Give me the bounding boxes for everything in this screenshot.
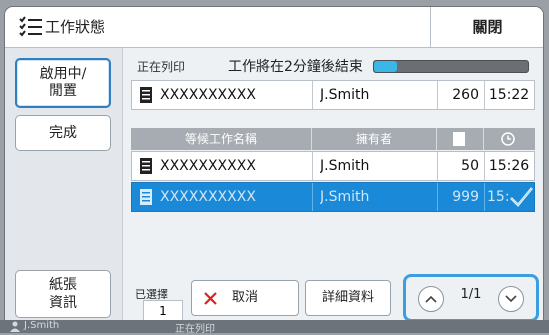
checkmark-icon — [510, 187, 533, 207]
job-time: 15:22 — [488, 87, 530, 103]
page-down-button[interactable] — [498, 286, 524, 312]
page-indicator: 1/1 — [460, 287, 482, 302]
document-icon — [140, 189, 152, 205]
queue-row[interactable]: XXXXXXXXXX J.Smith 50 15:26 — [131, 151, 535, 181]
sidebar: 啟用中/ 閒置 完成 紙張 資訊 — [5, 48, 123, 327]
column-header-job-name: 等候工作名稱 — [184, 132, 257, 146]
status-user: J.Smith — [24, 320, 60, 331]
selected-count: 1 — [143, 300, 183, 322]
main-panel: 正在列印 工作將在2分鐘後結束 XXXXXXXXXX J.Smith 260 1… — [123, 48, 543, 327]
sidebar-item-paper-info[interactable]: 紙張 資訊 — [15, 270, 111, 318]
job-name: XXXXXXXXXX — [160, 189, 256, 205]
chevron-down-icon — [505, 295, 517, 303]
cancel-x-icon — [204, 292, 217, 305]
sidebar-item-completed[interactable]: 完成 — [15, 115, 111, 151]
job-time: 15:26 — [488, 158, 530, 174]
pager: 1/1 — [403, 274, 539, 322]
print-progress-fill — [374, 61, 398, 72]
time-remaining-text: 工作將在2分鐘後結束 — [228, 59, 363, 75]
job-owner: J.Smith — [320, 189, 370, 205]
details-button[interactable]: 詳細資料 — [305, 280, 391, 316]
page-up-button[interactable] — [418, 286, 444, 312]
window-title: 工作狀態 — [45, 18, 106, 36]
document-icon — [140, 158, 152, 174]
clock-icon — [501, 132, 515, 146]
job-pages: 260 — [452, 87, 479, 103]
document-icon — [140, 87, 152, 103]
now-printing-label: 正在列印 — [137, 60, 186, 74]
cancel-button[interactable]: 取消 — [191, 280, 299, 316]
sidebar-item-active-idle[interactable]: 啟用中/ 閒置 — [15, 58, 111, 108]
column-header-owner: 擁有者 — [355, 132, 392, 146]
close-button[interactable]: 關閉 — [430, 7, 543, 47]
job-pages: 50 — [461, 158, 479, 174]
job-owner: J.Smith — [320, 87, 370, 103]
job-name: XXXXXXXXXX — [160, 158, 256, 174]
job-pages: 999 — [452, 189, 479, 205]
job-status-window: 工作狀態 關閉 啟用中/ 閒置 完成 紙張 資訊 正在列印 工作將在2分鐘後結束… — [5, 7, 543, 327]
chevron-up-icon — [425, 295, 437, 303]
queue-table-header: 等候工作名稱 擁有者 — [131, 128, 535, 150]
job-name: XXXXXXXXXX — [160, 87, 256, 103]
page-icon — [453, 132, 465, 146]
status-bar: J.Smith 正在列印 — [0, 320, 549, 335]
print-progress-bar — [373, 60, 529, 73]
job-list-icon — [19, 16, 42, 37]
user-icon — [10, 321, 20, 332]
title-bar: 工作狀態 關閉 — [5, 7, 543, 48]
job-owner: J.Smith — [320, 158, 370, 174]
current-job-row[interactable]: XXXXXXXXXX J.Smith 260 15:22 — [131, 80, 535, 110]
cancel-button-label: 取消 — [232, 290, 259, 305]
queue-row-selected[interactable]: XXXXXXXXXX J.Smith 999 15: — [131, 182, 535, 212]
